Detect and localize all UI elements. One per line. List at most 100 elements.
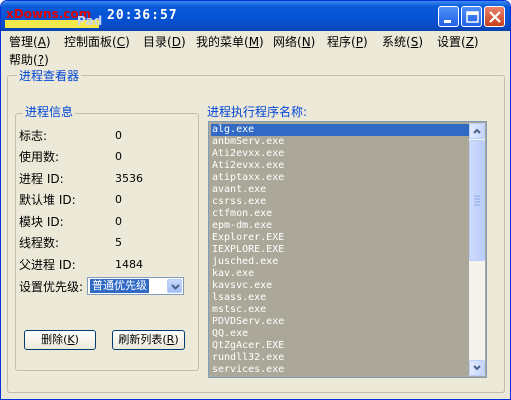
- module-id-value: 0: [115, 215, 122, 228]
- menu-directory-end: ): [180, 35, 186, 49]
- minimize-button[interactable]: [438, 6, 459, 27]
- usage-count-value: 0: [115, 150, 122, 163]
- close-icon: [489, 11, 501, 23]
- process-list-item[interactable]: PDVDServ.exe: [211, 316, 469, 328]
- process-id-value: 3536: [115, 172, 143, 185]
- menu-manage[interactable]: 管理(A): [9, 33, 51, 51]
- delete-button-key: K: [67, 333, 75, 346]
- menu-settings-key: Z: [465, 35, 474, 49]
- thread-count-value: 5: [115, 236, 122, 249]
- process-list-item[interactable]: anbmServ.exe: [211, 136, 469, 148]
- process-list-item[interactable]: atiptaxx.exe: [211, 172, 469, 184]
- process-list-item[interactable]: kav.exe: [211, 268, 469, 280]
- priority-select[interactable]: 普通优先级: [87, 277, 184, 295]
- default-heap-id-value: 0: [115, 193, 122, 206]
- menu-settings-label: 设置(: [437, 35, 466, 49]
- menu-network-label: 网络(: [273, 35, 302, 49]
- thread-count-label: 线程数:: [19, 236, 60, 250]
- menu-my-menu-label: 我的菜单(: [196, 35, 249, 49]
- maximize-button[interactable]: [461, 6, 482, 27]
- watermark-logo: xDowns.com Pad: [5, 4, 103, 28]
- menu-system[interactable]: 系统(S): [382, 33, 423, 51]
- process-list-item[interactable]: services.exe: [211, 364, 469, 376]
- window-title-clock: 20:36:57: [107, 8, 178, 23]
- process-list-item[interactable]: jusched.exe: [211, 256, 469, 268]
- menu-settings-end: ): [473, 35, 479, 49]
- scroll-grip-icon: [474, 195, 480, 206]
- menu-system-label: 系统(: [382, 35, 411, 49]
- process-list-item[interactable]: rundll32.exe: [211, 352, 469, 364]
- process-list-item[interactable]: alg.exe: [211, 124, 469, 136]
- menu-bar: 管理(A) 控制面板(C) 目录(D) 我的菜单(M) 网络(N) 程序(P) …: [1, 31, 510, 67]
- delete-button-label: 删除(: [41, 333, 68, 346]
- process-list-item[interactable]: mstsc.exe: [211, 304, 469, 316]
- menu-directory[interactable]: 目录(D): [143, 33, 186, 51]
- scroll-thumb[interactable]: [469, 140, 485, 261]
- priority-label: 设置优先级:: [19, 280, 84, 294]
- menu-programs-label: 程序(: [327, 35, 356, 49]
- minimize-icon: [444, 20, 451, 23]
- menu-control-panel-end: ): [125, 35, 130, 49]
- process-viewer-window: xDowns.com Pad 20:36:57 管理(A) 控制面板(C) 目录…: [0, 0, 511, 400]
- menu-my-menu[interactable]: 我的菜单(M): [196, 33, 264, 51]
- priority-select-value: 普通优先级: [89, 278, 150, 294]
- process-list[interactable]: alg.exe anbmServ.exe Ati2evxx.exe Ati2evxx.…: [208, 121, 487, 378]
- process-list-item[interactable]: QQ.exe: [211, 328, 469, 340]
- menu-programs-key: P: [355, 35, 363, 49]
- chevron-down-icon: [473, 365, 481, 371]
- scroll-down-button[interactable]: [469, 360, 485, 376]
- delete-button[interactable]: 删除(K): [24, 330, 96, 350]
- close-button[interactable]: [484, 6, 505, 27]
- delete-button-end: ): [74, 333, 79, 346]
- menu-system-end: ): [418, 35, 423, 49]
- flag-value: 0: [115, 129, 122, 142]
- process-id-label: 进程 ID:: [19, 172, 64, 186]
- module-id-label: 模块 ID:: [19, 215, 64, 229]
- menu-network[interactable]: 网络(N): [273, 33, 315, 51]
- process-list-scrollbar[interactable]: [469, 123, 485, 376]
- chevron-down-icon: [171, 284, 180, 290]
- menu-programs[interactable]: 程序(P): [327, 33, 368, 51]
- menu-help-end: ): [44, 53, 49, 67]
- process-list-item[interactable]: Ati2evxx.exe: [211, 160, 469, 172]
- chevron-up-icon: [473, 128, 481, 134]
- process-list-item[interactable]: csrss.exe: [211, 196, 469, 208]
- process-list-item[interactable]: epm-dm.exe: [211, 220, 469, 232]
- menu-my-menu-key: M: [248, 35, 260, 49]
- menu-manage-end: ): [45, 35, 51, 49]
- process-viewer-title: 进程查看器: [17, 69, 82, 83]
- parent-process-id-label: 父进程 ID:: [19, 258, 76, 272]
- parent-process-id-value: 1484: [115, 258, 143, 271]
- title-bar[interactable]: xDowns.com Pad 20:36:57: [1, 1, 510, 31]
- maximize-icon: [466, 11, 479, 23]
- process-list-item[interactable]: ctfmon.exe: [211, 208, 469, 220]
- menu-control-panel[interactable]: 控制面板(C): [64, 33, 130, 51]
- menu-directory-key: D: [171, 35, 181, 49]
- menu-manage-label: 管理(: [9, 35, 38, 49]
- process-list-item[interactable]: avant.exe: [211, 184, 469, 196]
- refresh-list-button-end: ): [174, 333, 179, 346]
- menu-directory-label: 目录(: [143, 35, 172, 49]
- process-list-item[interactable]: lsass.exe: [211, 292, 469, 304]
- refresh-list-button-label: 刷新列表(: [118, 333, 167, 346]
- process-list-item[interactable]: QtZgAcer.EXE: [211, 340, 469, 352]
- menu-settings[interactable]: 设置(Z): [437, 33, 479, 51]
- menu-network-end: ): [310, 35, 316, 49]
- flag-label: 标志:: [19, 129, 48, 143]
- scroll-up-button[interactable]: [469, 123, 485, 139]
- menu-help[interactable]: 帮助(?): [9, 51, 49, 69]
- usage-count-label: 使用数:: [19, 150, 60, 164]
- menu-network-key: N: [301, 35, 311, 49]
- refresh-list-button[interactable]: 刷新列表(R): [112, 330, 185, 350]
- process-list-items: alg.exe anbmServ.exe Ati2evxx.exe Ati2evxx.…: [211, 124, 469, 376]
- process-list-item[interactable]: kavsvc.exe: [211, 280, 469, 292]
- process-info-title: 进程信息: [23, 105, 76, 119]
- priority-dropdown-button[interactable]: [167, 279, 182, 293]
- menu-programs-end: ): [362, 35, 368, 49]
- process-list-item[interactable]: IEXPLORE.EXE: [211, 244, 469, 256]
- menu-manage-key: A: [37, 35, 46, 49]
- process-list-item[interactable]: Ati2evxx.exe: [211, 148, 469, 160]
- process-list-item[interactable]: Explorer.EXE: [211, 232, 469, 244]
- menu-help-label: 帮助(: [9, 53, 38, 67]
- watermark-tail-text: Pad: [77, 14, 103, 28]
